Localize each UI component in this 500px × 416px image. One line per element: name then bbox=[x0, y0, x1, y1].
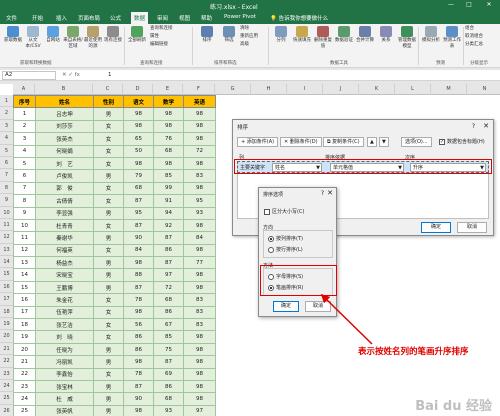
annotation-text: 表示按姓名列的笔画升序排序 bbox=[358, 347, 469, 357]
watermark-logo: Bai du 经验 bbox=[415, 399, 492, 414]
